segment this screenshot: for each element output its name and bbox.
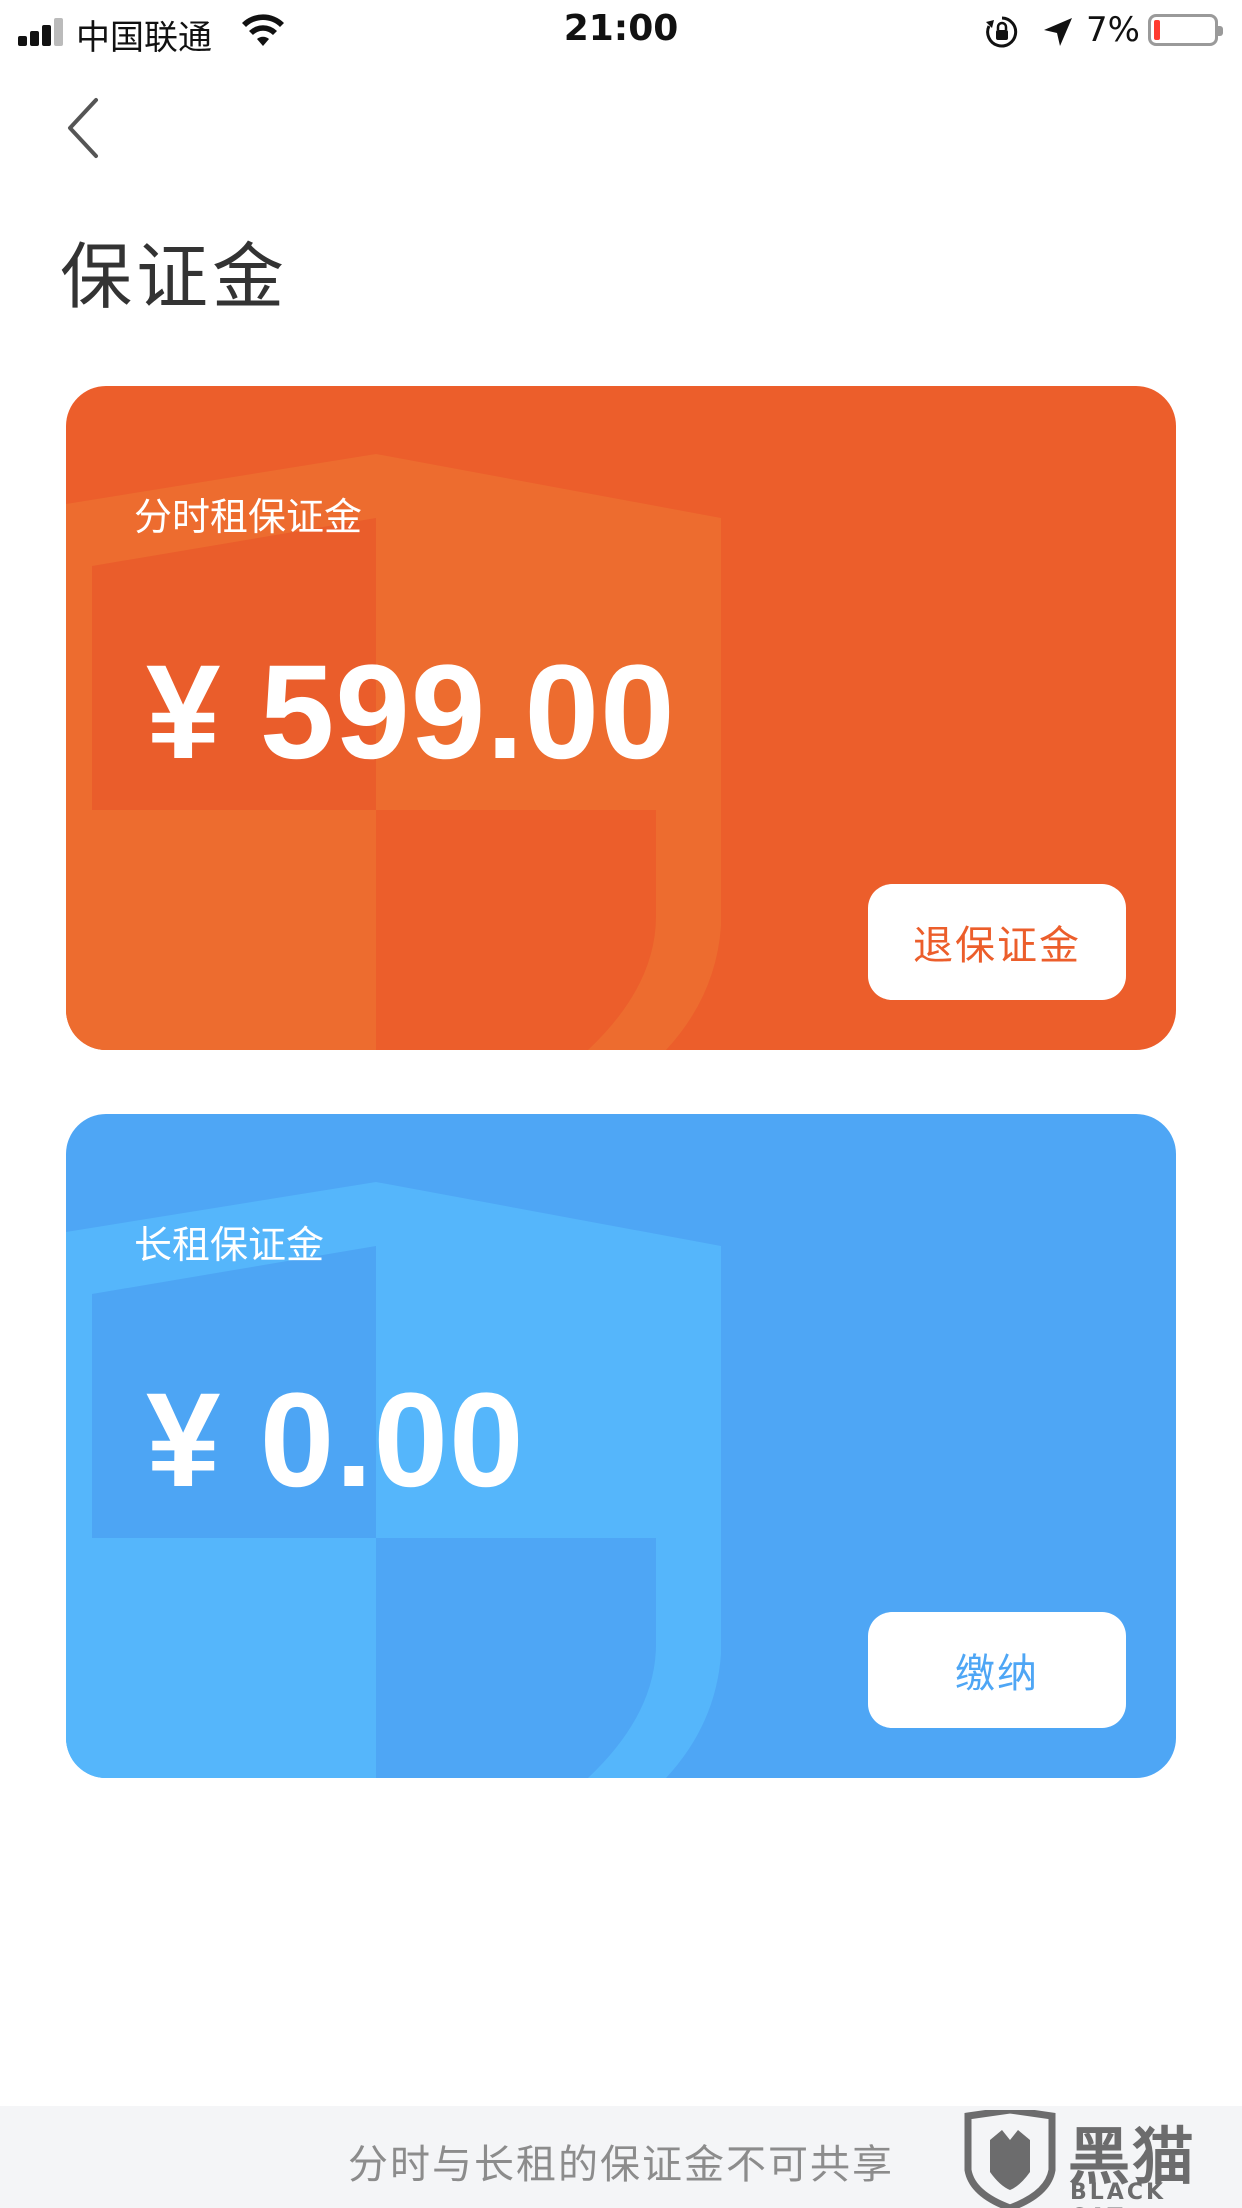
watermark-subtext: BLACK CAT (1070, 2180, 1167, 2208)
battery-level (1154, 20, 1160, 40)
card-amount: ¥ 0.00 (146, 1366, 525, 1515)
refund-deposit-button[interactable]: 退保证金 (868, 884, 1126, 1000)
card-amount: ¥ 599.00 (146, 638, 676, 787)
location-arrow-icon (1044, 18, 1072, 46)
back-button[interactable] (60, 94, 112, 162)
deposit-page: 中国联通 21:00 7% 保证金 分时租保证金 ¥ 599.00 退保证金 长… (0, 0, 1242, 2208)
status-bar: 中国联通 21:00 7% (0, 0, 1242, 60)
cat-shield-icon (964, 2110, 1056, 2208)
hourly-rental-deposit-card: 分时租保证金 ¥ 599.00 退保证金 (66, 386, 1176, 1050)
rotation-lock-icon (986, 16, 1018, 48)
pay-deposit-button[interactable]: 缴纳 (868, 1612, 1126, 1728)
battery-icon (1148, 14, 1223, 46)
card-label: 长租保证金 (134, 1223, 325, 1267)
long-term-rental-deposit-card: 长租保证金 ¥ 0.00 缴纳 (66, 1114, 1176, 1778)
footer-bar: 分时与长租的保证金不可共享 黑猫 BLACK CAT (0, 2106, 1242, 2208)
black-cat-watermark: 黑猫 BLACK CAT (960, 2110, 1230, 2208)
card-label: 分时租保证金 (134, 495, 363, 539)
battery-percent: 7% (1086, 10, 1140, 50)
page-title: 保证金 (60, 235, 289, 319)
